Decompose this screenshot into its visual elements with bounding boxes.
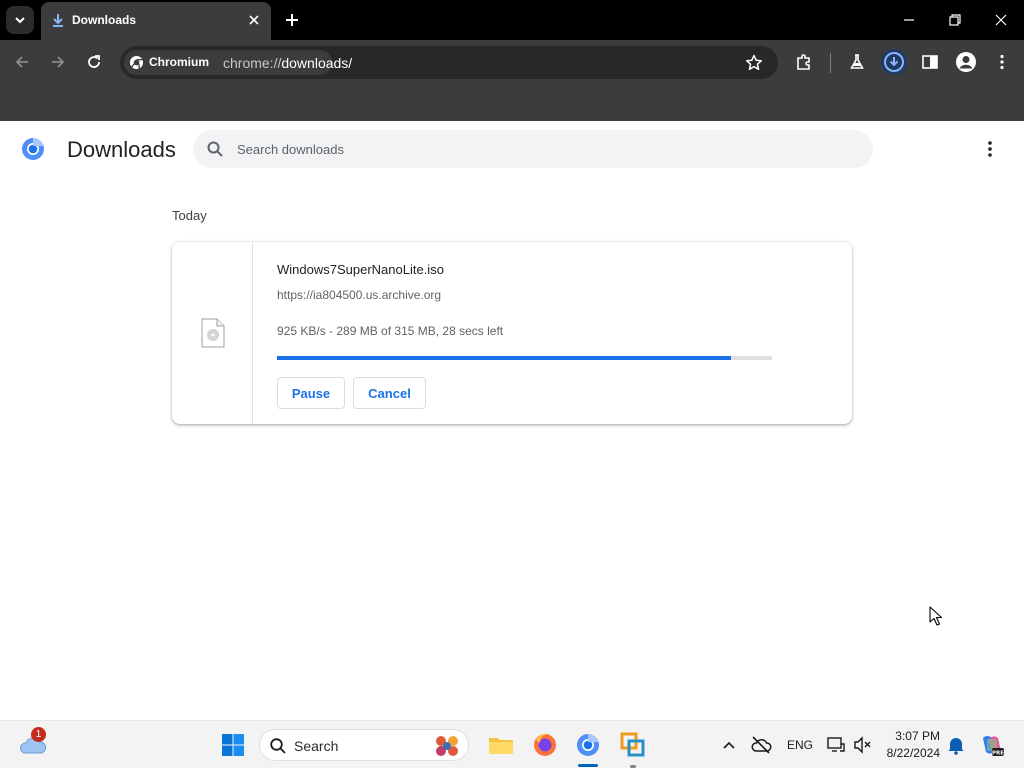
extensions-puzzle-icon[interactable] <box>794 52 814 72</box>
back-arrow-icon[interactable] <box>12 52 32 72</box>
downloads-toolbar-button[interactable] <box>881 49 907 75</box>
file-explorer-icon[interactable] <box>487 731 515 759</box>
notification-badge: 1 <box>31 727 46 742</box>
forward-arrow-icon[interactable] <box>48 52 68 72</box>
copilot-pre-icon[interactable]: PRE <box>979 732 1005 758</box>
start-icon[interactable] <box>219 731 247 759</box>
volume-muted-icon[interactable] <box>852 735 872 755</box>
taskbar-search-label: Search <box>294 738 339 754</box>
mouse-cursor-icon <box>929 606 943 626</box>
network-icon[interactable] <box>826 735 846 755</box>
reload-icon[interactable] <box>84 52 104 72</box>
labs-flask-icon[interactable] <box>847 52 867 72</box>
plus-icon[interactable] <box>282 10 302 30</box>
toolbar-divider <box>830 53 831 73</box>
bookmarks-bar <box>0 85 1024 121</box>
source-url[interactable]: https://ia804500.us.archive.org <box>277 288 441 302</box>
search-input[interactable] <box>237 139 837 159</box>
side-panel-icon[interactable] <box>920 52 940 72</box>
cancel-button[interactable]: Cancel <box>353 377 426 409</box>
cloud-offline-icon[interactable] <box>750 734 772 756</box>
file-icon-column <box>172 242 253 424</box>
tab-search-button[interactable] <box>6 6 34 34</box>
more-vert-icon[interactable] <box>980 138 1000 160</box>
download-progress-icon <box>884 52 904 72</box>
search-highlight-icon <box>436 736 458 756</box>
page-title: Downloads <box>67 137 176 162</box>
browser-toolbar: Chromium chrome://downloads/ <box>0 40 1024 85</box>
bookmark-star-icon[interactable] <box>744 53 764 73</box>
svg-text:PRE: PRE <box>992 750 1004 756</box>
vmware-icon[interactable] <box>619 731 647 759</box>
tab-title: Downloads <box>72 13 137 27</box>
close-window-icon[interactable] <box>991 10 1011 30</box>
active-app-indicator <box>578 764 598 767</box>
search-icon <box>207 141 223 157</box>
url-text[interactable]: chrome://downloads/ <box>223 55 352 71</box>
downloads-page: Downloads Today Windows7SuperNanoLite.is… <box>0 121 1024 720</box>
language-indicator[interactable]: ENG <box>787 738 813 752</box>
url-path: downloads/ <box>281 55 353 71</box>
close-icon[interactable] <box>246 12 262 28</box>
chromium-icon[interactable] <box>574 731 602 759</box>
address-bar[interactable]: Chromium chrome://downloads/ <box>120 46 778 79</box>
windows-taskbar: 1 Search ENG 3:07 PM 8/22/2024 PRE <box>0 720 1024 768</box>
minimize-icon[interactable] <box>899 10 919 30</box>
clock-date[interactable]: 8/22/2024 <box>873 746 940 760</box>
chevron-down-icon <box>15 17 25 24</box>
file-name[interactable]: Windows7SuperNanoLite.iso <box>277 262 444 277</box>
pause-button[interactable]: Pause <box>277 377 345 409</box>
download-item-card: Windows7SuperNanoLite.iso https://ia8045… <box>172 242 852 424</box>
search-icon <box>270 738 286 754</box>
download-icon <box>53 14 63 27</box>
clock-time[interactable]: 3:07 PM <box>880 729 940 743</box>
chromium-logo-icon <box>22 138 44 160</box>
download-progress-bar <box>277 356 772 360</box>
download-status: 925 KB/s - 289 MB of 315 MB, 28 secs lef… <box>277 324 504 338</box>
file-icon <box>201 318 225 348</box>
date-section-heading: Today <box>172 208 207 223</box>
tab-downloads[interactable]: Downloads <box>41 2 271 40</box>
progress-fill <box>277 356 731 360</box>
more-vert-icon[interactable] <box>992 52 1012 72</box>
taskbar-search-box[interactable]: Search <box>259 729 469 761</box>
chevron-up-icon[interactable] <box>719 735 739 755</box>
chromium-logo-icon <box>129 55 144 70</box>
site-chip-label: Chromium <box>149 55 209 69</box>
profile-avatar-icon[interactable] <box>955 51 977 73</box>
url-scheme: chrome:// <box>223 55 282 71</box>
search-downloads-box[interactable] <box>193 130 873 168</box>
tab-strip: Downloads <box>0 0 1024 40</box>
firefox-icon[interactable] <box>531 731 559 759</box>
notification-bell-icon[interactable] <box>947 735 965 755</box>
restore-icon[interactable] <box>945 10 965 30</box>
